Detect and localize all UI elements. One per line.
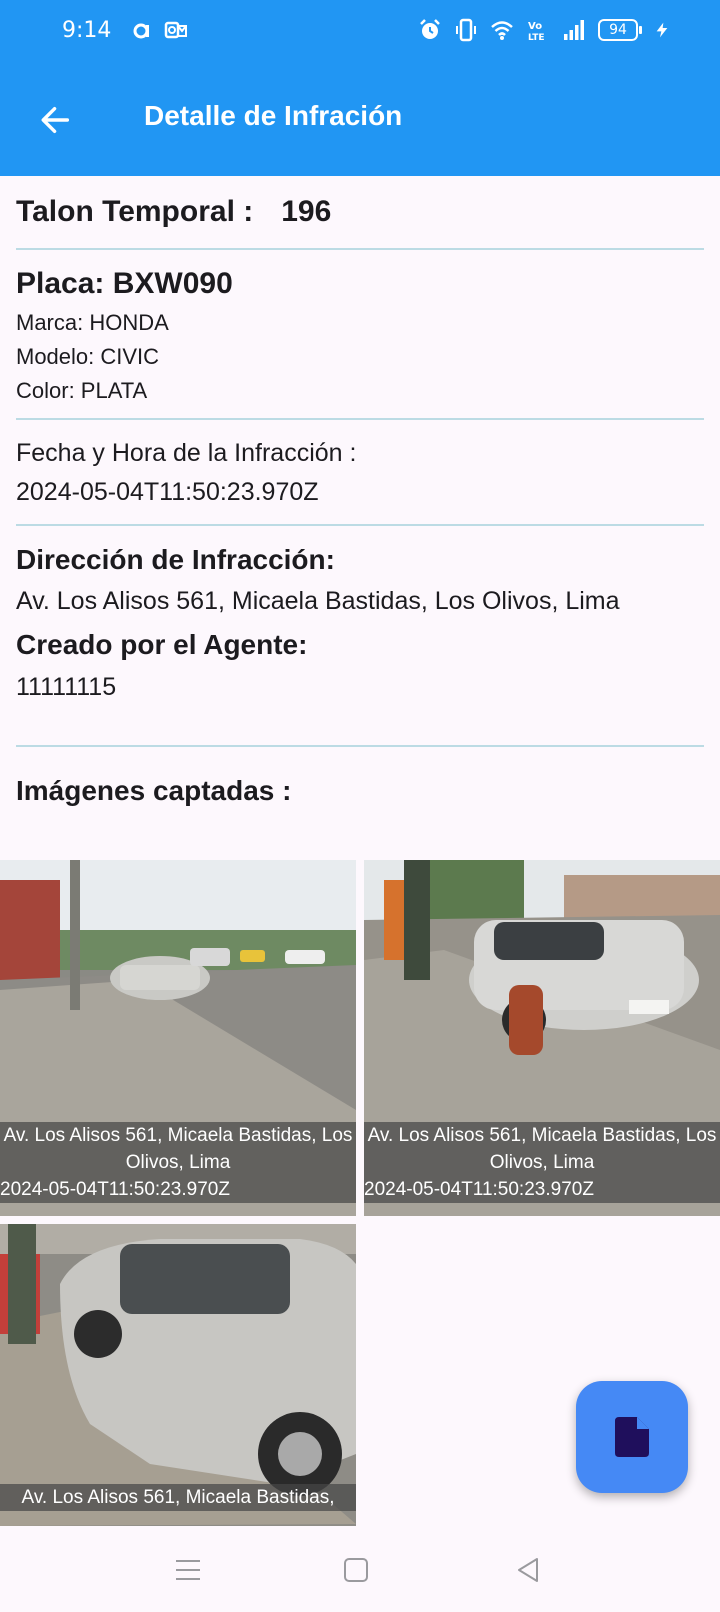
- divider: [16, 745, 704, 747]
- divider: [16, 248, 704, 250]
- vibrate-icon: [456, 18, 476, 42]
- captured-image[interactable]: Av. Los Alisos 561, Micaela Bastidas, Lo…: [0, 860, 356, 1216]
- images-title: Imágenes captadas :: [16, 775, 292, 806]
- svg-text:Vo: Vo: [528, 21, 542, 32]
- caption-address: Av. Los Alisos 561, Micaela Bastidas,: [21, 1487, 335, 1508]
- caption-date: 2024-05-04T11:50:23.970Z: [0, 1179, 230, 1200]
- image-caption: Av. Los Alisos 561, Micaela Bastidas, Lo…: [364, 1122, 720, 1203]
- status-notifications: [130, 18, 188, 42]
- infraction-detail: Talon Temporal : 196 Placa: BXW090 Marca:…: [16, 176, 704, 811]
- nav-back-button[interactable]: [508, 1554, 548, 1586]
- back-triangle-icon: [518, 1558, 538, 1582]
- caption-address: Av. Los Alisos 561, Micaela Bastidas, Lo…: [367, 1125, 717, 1173]
- status-system-icons: Vo LTE 94: [418, 18, 670, 42]
- address-value: Av. Los Alisos 561, Micaela Bastidas, Lo…: [16, 587, 620, 615]
- street-photo-image: [0, 1224, 356, 1526]
- outlook-icon: [164, 21, 187, 39]
- datetime-section: Fecha y Hora de la Infracción : 2024-05-…: [16, 420, 704, 524]
- talon-number: 196: [281, 195, 332, 228]
- document-icon: [615, 1417, 649, 1457]
- wifi-icon: [491, 21, 513, 40]
- charging-icon: [656, 22, 668, 38]
- captured-image[interactable]: Av. Los Alisos 561, Micaela Bastidas, Lo…: [364, 860, 720, 1216]
- signal-icon: [564, 20, 584, 40]
- recent-apps-button[interactable]: [168, 1554, 208, 1586]
- alarm-icon: [420, 19, 440, 39]
- volte-icon: VoLTE: [528, 21, 545, 42]
- datetime-value: 2024-05-04T11:50:23.970Z: [16, 478, 319, 506]
- image-caption: Av. Los Alisos 561, Micaela Bastidas,: [0, 1484, 356, 1511]
- plate-number: Placa: BXW090: [16, 267, 233, 300]
- home-button[interactable]: [336, 1554, 376, 1586]
- datetime-label: Fecha y Hora de la Infracción :: [16, 439, 357, 467]
- app-bar: Detalle de Infración: [0, 62, 720, 176]
- address-label: Dirección de Infracción:: [16, 544, 335, 575]
- home-square-icon: [344, 1558, 368, 1582]
- agent-label: Creado por el Agente:: [16, 629, 308, 660]
- vehicle-brand: Marca: HONDA: [16, 310, 169, 335]
- caption-address: Av. Los Alisos 561, Micaela Bastidas, Lo…: [3, 1125, 353, 1173]
- svg-text:LTE: LTE: [528, 33, 545, 42]
- battery-level: 94: [598, 19, 638, 41]
- arrow-back-icon: [41, 106, 70, 134]
- notification-a-icon: [133, 23, 149, 39]
- divider: [16, 524, 704, 526]
- image-caption: Av. Los Alisos 561, Micaela Bastidas, Lo…: [0, 1122, 356, 1203]
- captured-image[interactable]: Av. Los Alisos 561, Micaela Bastidas,: [0, 1224, 356, 1526]
- vehicle-model: Modelo: CIVIC: [16, 344, 160, 369]
- document-fab-button[interactable]: [576, 1381, 688, 1493]
- system-nav-bar: [0, 1526, 720, 1612]
- battery-icon: 94: [598, 19, 642, 41]
- caption-date: 2024-05-04T11:50:23.970Z: [364, 1179, 594, 1200]
- talon-label: Talon Temporal :: [16, 195, 254, 228]
- back-button[interactable]: [30, 94, 82, 146]
- agent-value: 11111115: [16, 673, 117, 701]
- vehicle-color: Color: PLATA: [16, 378, 148, 403]
- status-bar: 9:14 Vo LTE 94: [0, 0, 720, 62]
- status-time: 9:14: [62, 18, 112, 43]
- menu-icon: [176, 1560, 200, 1580]
- page-title: Detalle de Infración: [144, 100, 403, 131]
- talon-row: Talon Temporal : 196: [16, 176, 704, 248]
